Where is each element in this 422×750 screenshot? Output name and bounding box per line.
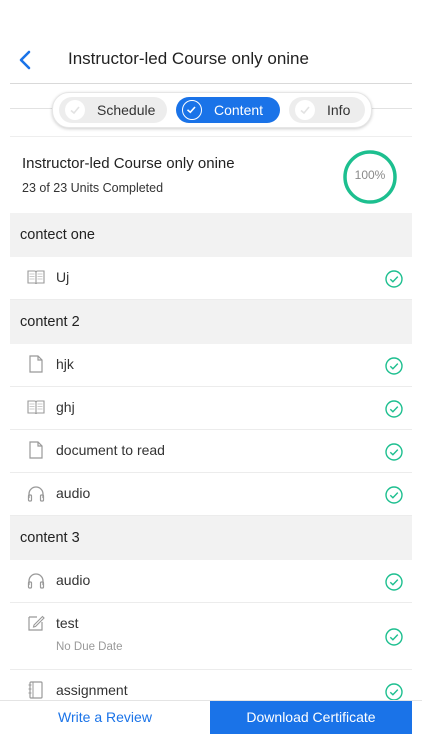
tab-label: Schedule xyxy=(97,102,156,118)
completed-check-icon xyxy=(385,443,403,461)
book-icon xyxy=(27,400,45,415)
section-title: content 3 xyxy=(20,530,80,546)
top-bar: Instructor-led Course only onine xyxy=(0,0,422,84)
item-name: ghj xyxy=(56,399,75,415)
book-icon xyxy=(27,270,45,285)
tab-content[interactable]: Content xyxy=(176,97,280,123)
section-title: content 2 xyxy=(20,314,80,330)
item-name: document to read xyxy=(56,442,165,458)
completed-check-icon xyxy=(385,683,403,701)
check-circle-icon xyxy=(295,100,315,120)
bottom-action-bar: Write a Review Download Certificate xyxy=(0,700,422,737)
list-item[interactable]: hjk xyxy=(10,344,412,387)
headphones-icon xyxy=(27,486,45,502)
page-title: Instructor-led Course only onine xyxy=(68,49,309,68)
chevron-left-icon xyxy=(19,50,31,70)
course-summary-card: Instructor-led Course only onine 23 of 2… xyxy=(10,136,412,215)
section-header: content 3 xyxy=(10,516,412,560)
document-icon xyxy=(29,355,43,373)
edit-icon xyxy=(28,615,45,631)
segmented-control: Schedule Content Info xyxy=(52,92,372,128)
document-icon xyxy=(29,441,43,459)
completed-check-icon xyxy=(385,628,403,646)
download-certificate-button[interactable]: Download Certificate xyxy=(210,701,412,734)
item-name: assignment xyxy=(56,682,128,698)
tab-schedule[interactable]: Schedule xyxy=(59,97,167,123)
content-list: contect one Uj content 2 hjk ghj documen… xyxy=(10,213,412,713)
tab-label: Content xyxy=(214,102,264,118)
item-name: audio xyxy=(56,572,91,588)
completed-check-icon xyxy=(385,573,403,591)
completed-check-icon xyxy=(385,270,403,288)
completed-check-icon xyxy=(385,357,403,375)
item-name: audio xyxy=(56,485,91,501)
headphones-icon xyxy=(27,573,45,589)
course-title: Instructor-led Course only onine xyxy=(22,155,235,172)
list-item[interactable]: document to read xyxy=(10,430,412,473)
list-item[interactable]: ghj xyxy=(10,387,412,430)
section-header: contect one xyxy=(10,213,412,257)
header-divider xyxy=(10,83,412,84)
list-item[interactable]: audio xyxy=(10,473,412,516)
item-name: test xyxy=(56,615,79,631)
list-item[interactable]: test No Due Date xyxy=(10,603,412,670)
list-item[interactable]: audio xyxy=(10,560,412,603)
check-circle-icon xyxy=(65,100,85,120)
progress-percent: 100% xyxy=(354,168,386,182)
item-name: hjk xyxy=(56,356,74,372)
check-circle-icon xyxy=(182,100,202,120)
completed-check-icon xyxy=(385,486,403,504)
back-button[interactable] xyxy=(14,48,38,72)
list-item[interactable]: Uj xyxy=(10,257,412,300)
tab-info[interactable]: Info xyxy=(289,97,365,123)
completed-check-icon xyxy=(385,400,403,418)
section-header: content 2 xyxy=(10,300,412,344)
item-name: Uj xyxy=(56,269,70,285)
section-title: contect one xyxy=(20,227,95,243)
write-review-button[interactable]: Write a Review xyxy=(0,701,210,737)
due-date-text: No Due Date xyxy=(56,641,123,653)
tab-label: Info xyxy=(327,102,351,118)
notebook-icon xyxy=(28,681,43,699)
units-completed-text: 23 of 23 Units Completed xyxy=(22,181,164,195)
